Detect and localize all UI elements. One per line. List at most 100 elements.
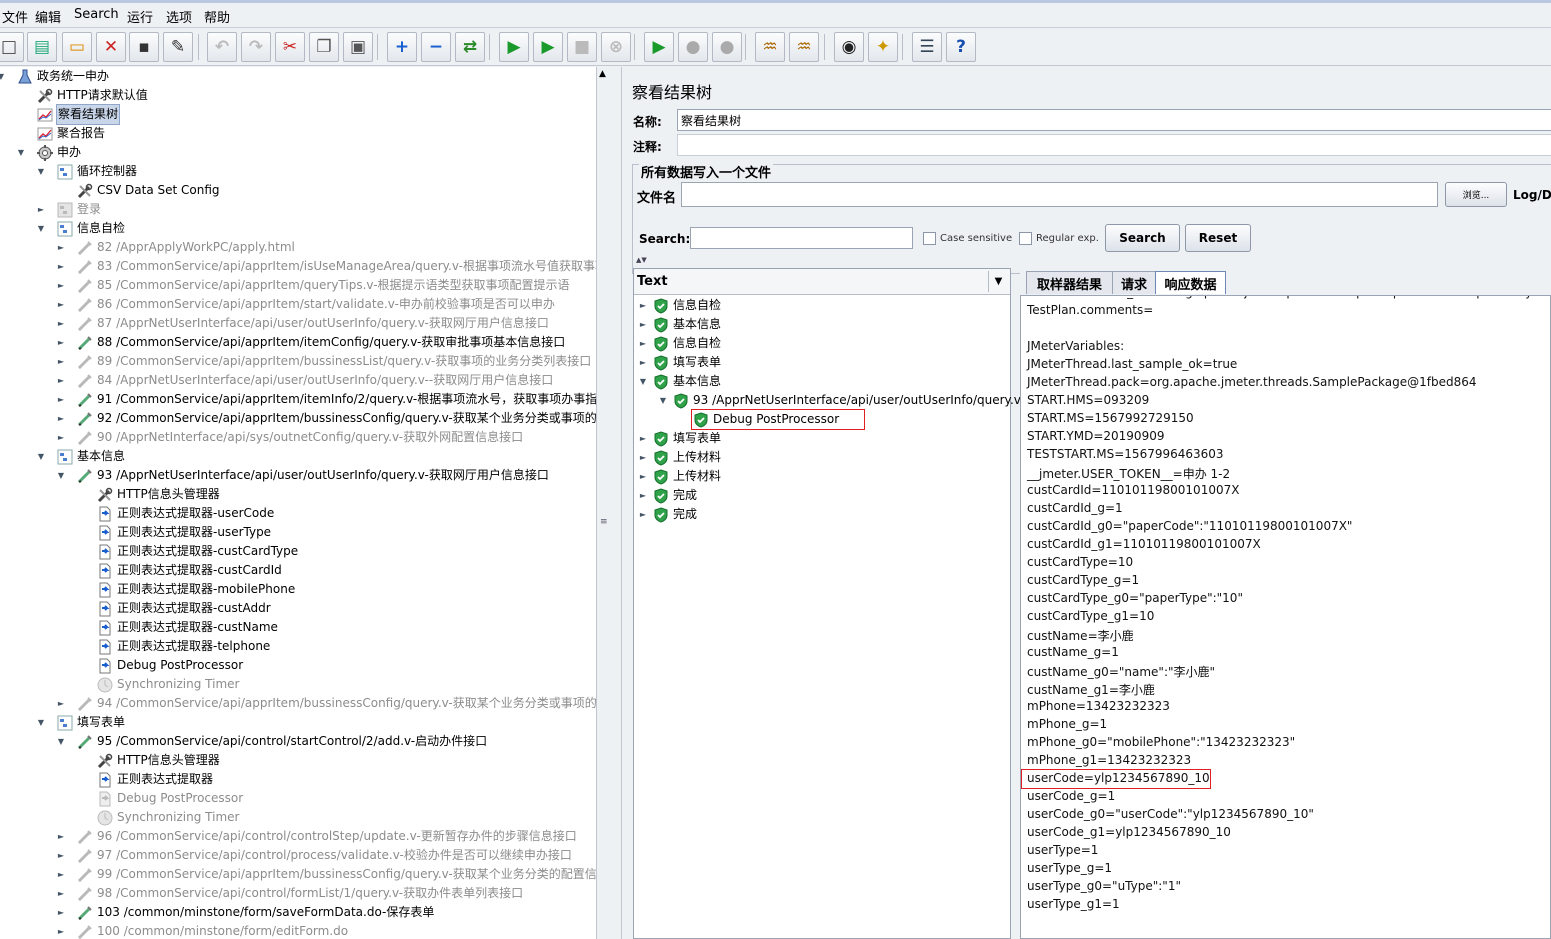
tree-node[interactable]: 正则表达式提取器-custCardId bbox=[96, 561, 283, 580]
collapsed-toggle-icon[interactable]: ► bbox=[56, 699, 66, 708]
result-node[interactable]: 上传材料 bbox=[652, 467, 722, 486]
menu-options[interactable]: 选项 bbox=[164, 7, 194, 26]
checkbox-box[interactable] bbox=[923, 232, 936, 245]
tree-node[interactable]: 94 /CommonService/api/apprItem/bussiness… bbox=[76, 694, 596, 713]
pane-splitter[interactable] bbox=[610, 67, 622, 939]
tab-sampler-result[interactable]: 取样器结果 bbox=[1026, 271, 1113, 294]
tree-node[interactable]: HTTP信息头管理器 bbox=[96, 485, 221, 504]
tree-node[interactable]: 83 /CommonService/api/apprItem/isUseMana… bbox=[76, 257, 596, 276]
tree-node[interactable]: 政务统一申办 bbox=[16, 67, 110, 86]
tree-node[interactable]: 正则表达式提取器-custCardType bbox=[96, 542, 299, 561]
tree-node[interactable]: CSV Data Set Config bbox=[76, 181, 221, 200]
new-button[interactable]: □ bbox=[0, 32, 24, 62]
tree-node[interactable]: 103 /common/minstone/form/saveFormData.d… bbox=[76, 903, 435, 922]
expanded-toggle-icon[interactable]: ▼ bbox=[0, 72, 6, 81]
save-as-button[interactable]: ✎ bbox=[163, 32, 193, 62]
filename-input[interactable] bbox=[681, 182, 1438, 207]
expanded-toggle-icon[interactable]: ▼ bbox=[36, 718, 46, 727]
result-node[interactable]: 93 /ApprNetUserInterface/api/user/outUse… bbox=[672, 391, 1038, 410]
result-node[interactable]: 信息自检 bbox=[652, 296, 722, 315]
collapsed-toggle-icon[interactable]: ► bbox=[56, 908, 66, 917]
menu-search[interactable]: Search bbox=[72, 7, 121, 22]
result-node[interactable]: 信息自检 bbox=[652, 334, 722, 353]
search-input[interactable] bbox=[690, 227, 913, 249]
expanded-toggle-icon[interactable]: ▼ bbox=[658, 396, 668, 405]
result-node[interactable]: 上传材料 bbox=[652, 448, 722, 467]
collapsed-toggle-icon[interactable]: ► bbox=[56, 243, 66, 252]
tree-node[interactable]: 82 /ApprApplyWorkPC/apply.html bbox=[76, 238, 296, 257]
menu-edit[interactable]: 编辑 bbox=[33, 7, 63, 26]
expanded-toggle-icon[interactable]: ▼ bbox=[36, 452, 46, 461]
tree-node[interactable]: 99 /CommonService/api/apprItem/bussiness… bbox=[76, 865, 596, 884]
menu-run[interactable]: 运行 bbox=[125, 7, 155, 26]
collapsed-toggle-icon[interactable]: ► bbox=[638, 434, 648, 443]
start-no-pause-button[interactable]: ▶ bbox=[533, 32, 563, 62]
reset-button[interactable]: Reset bbox=[1185, 224, 1251, 252]
collapse-button[interactable]: − bbox=[421, 32, 451, 62]
tree-node[interactable]: 登录 bbox=[56, 200, 102, 219]
copy-button[interactable]: ❐ bbox=[309, 32, 339, 62]
tree-node[interactable]: 正则表达式提取器 bbox=[96, 770, 214, 789]
collapsed-toggle-icon[interactable]: ► bbox=[638, 491, 648, 500]
reset-search-button[interactable]: ✦ bbox=[868, 32, 898, 62]
tree-node[interactable]: 基本信息 bbox=[56, 447, 126, 466]
tree-node[interactable]: HTTP请求默认值 bbox=[36, 86, 149, 105]
tree-node[interactable]: 87 /ApprNetUserInterface/api/user/outUse… bbox=[76, 314, 550, 333]
collapsed-toggle-icon[interactable]: ► bbox=[638, 320, 648, 329]
tree-node[interactable]: 84 /ApprNetUserInterface/api/user/outUse… bbox=[76, 371, 554, 390]
tree-node[interactable]: 正则表达式提取器-custName bbox=[96, 618, 279, 637]
expanded-toggle-icon[interactable]: ▼ bbox=[36, 224, 46, 233]
tree-node[interactable]: 88 /CommonService/api/apprItem/itemConfi… bbox=[76, 333, 566, 352]
tree-node[interactable]: 95 /CommonService/api/control/startContr… bbox=[76, 732, 488, 751]
tree-node[interactable]: Synchronizing Timer bbox=[96, 808, 240, 827]
collapsed-toggle-icon[interactable]: ► bbox=[56, 889, 66, 898]
clear-all-button[interactable]: ♒ bbox=[789, 32, 819, 62]
collapsed-toggle-icon[interactable]: ► bbox=[56, 927, 66, 936]
tree-node[interactable]: 聚合报告 bbox=[36, 124, 106, 143]
start-button[interactable]: ▶ bbox=[499, 32, 529, 62]
menu-file[interactable]: 文件 bbox=[0, 7, 30, 26]
result-node[interactable]: 完成 bbox=[652, 505, 698, 524]
collapsed-toggle-icon[interactable]: ► bbox=[36, 205, 46, 214]
collapsed-toggle-icon[interactable]: ► bbox=[56, 300, 66, 309]
test-plan-tree[interactable]: 政务统一申办 ▼ HTTP请求默认值 察看结果树 聚合报告 申办 ▼ 循环控制器 ▼ CSV Da… bbox=[0, 67, 596, 939]
tree-node[interactable]: 100 /common/minstone/form/editForm.do bbox=[76, 922, 349, 939]
comment-input[interactable] bbox=[677, 134, 1551, 156]
response-data-text[interactable]: TestElement.test_class=org.apache.jmeter… bbox=[1020, 295, 1551, 939]
tree-scrollbar[interactable]: ▲ ≡ bbox=[596, 67, 610, 939]
paste-button[interactable]: ▣ bbox=[343, 32, 373, 62]
tree-node[interactable]: 循环控制器 bbox=[56, 162, 138, 181]
toggle-button[interactable]: ⇄ bbox=[455, 32, 485, 62]
menu-help[interactable]: 帮助 bbox=[202, 7, 232, 26]
tree-node[interactable]: 填写表单 bbox=[56, 713, 126, 732]
collapsed-toggle-icon[interactable]: ► bbox=[56, 870, 66, 879]
tree-node[interactable]: 98 /CommonService/api/control/formList/1… bbox=[76, 884, 524, 903]
browse-button[interactable]: 浏览... bbox=[1445, 182, 1507, 207]
tree-node[interactable]: 93 /ApprNetUserInterface/api/user/outUse… bbox=[76, 466, 550, 485]
expand-button[interactable]: + bbox=[387, 32, 417, 62]
result-node[interactable]: 填写表单 bbox=[652, 429, 722, 448]
tree-node[interactable]: 正则表达式提取器-custAddr bbox=[96, 599, 272, 618]
tree-node[interactable]: 申办 bbox=[36, 143, 82, 162]
tree-node[interactable]: 正则表达式提取器-telphone bbox=[96, 637, 271, 656]
close-button[interactable]: ✕ bbox=[96, 32, 126, 62]
search-button[interactable]: Search bbox=[1105, 224, 1180, 252]
tab-request[interactable]: 请求 bbox=[1112, 271, 1156, 294]
result-node[interactable]: 基本信息 bbox=[652, 372, 722, 391]
collapsed-toggle-icon[interactable]: ► bbox=[56, 395, 66, 404]
tree-node[interactable]: 信息自检 bbox=[56, 219, 126, 238]
scroll-up-icon[interactable]: ▲ bbox=[599, 69, 606, 79]
collapse-arrows-icon[interactable]: ▲▼ bbox=[636, 256, 647, 264]
tree-node[interactable]: 92 /CommonService/api/apprItem/bussiness… bbox=[76, 409, 596, 428]
tree-node[interactable]: Debug PostProcessor bbox=[96, 656, 244, 675]
templates-button[interactable]: ▤ bbox=[27, 32, 57, 62]
tree-node[interactable]: 正则表达式提取器-mobilePhone bbox=[96, 580, 296, 599]
tree-node[interactable]: 89 /CommonService/api/apprItem/bussiness… bbox=[76, 352, 592, 371]
regular-exp-checkbox[interactable]: Regular exp. bbox=[1019, 232, 1099, 245]
shutdown-button[interactable]: ⊗ bbox=[601, 32, 631, 62]
collapsed-toggle-icon[interactable]: ► bbox=[638, 453, 648, 462]
collapsed-toggle-icon[interactable]: ► bbox=[56, 851, 66, 860]
collapsed-toggle-icon[interactable]: ► bbox=[56, 414, 66, 423]
result-node[interactable]: 基本信息 bbox=[652, 315, 722, 334]
collapsed-toggle-icon[interactable]: ► bbox=[638, 301, 648, 310]
